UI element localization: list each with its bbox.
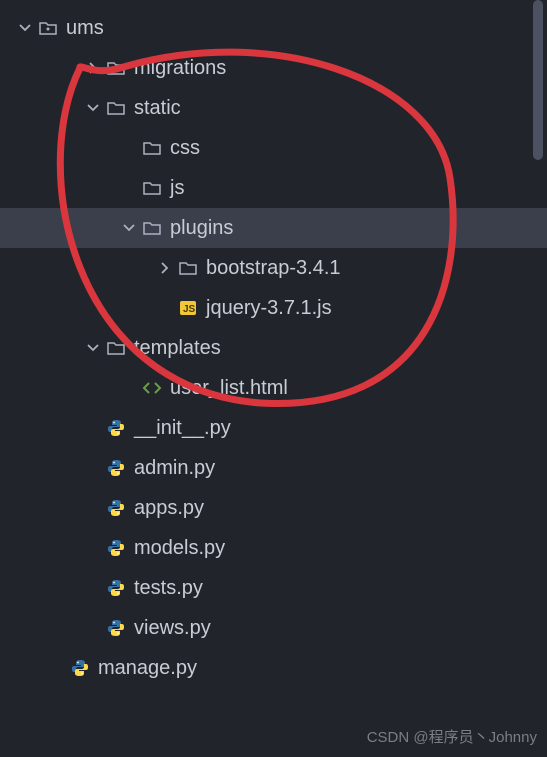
chevron-down-icon [82,102,104,114]
tree-item-label: static [134,97,181,120]
folder-icon [140,138,164,158]
folder-icon [36,18,60,38]
scrollbar[interactable] [533,0,543,160]
tree-item-label: bootstrap-3.4.1 [206,257,341,280]
python-icon [104,538,128,558]
tree-item-label: user_list.html [170,377,288,400]
chevron-down-icon [14,22,36,34]
tree-item[interactable]: views.py [0,608,547,648]
tree-item-label: tests.py [134,577,203,600]
python-icon [104,418,128,438]
folder-icon [140,218,164,238]
python-icon [104,578,128,598]
folder-icon [176,258,200,278]
file-tree: ums migrations static css js plugins bootstra… [0,0,547,688]
tree-item[interactable]: manage.py [0,648,547,688]
tree-item[interactable]: migrations [0,48,547,88]
folder-icon [104,338,128,358]
tree-item[interactable]: tests.py [0,568,547,608]
tree-item[interactable]: bootstrap-3.4.1 [0,248,547,288]
tree-item[interactable]: user_list.html [0,368,547,408]
tree-item-label: apps.py [134,497,204,520]
tree-item-label: js [170,177,184,200]
tree-item[interactable]: static [0,88,547,128]
folder-icon [140,178,164,198]
chevron-right-icon [82,62,104,74]
python-icon [104,618,128,638]
chevron-down-icon [118,222,140,234]
tree-item[interactable]: models.py [0,528,547,568]
python-icon [104,458,128,478]
tree-item[interactable]: jquery-3.7.1.js [0,288,547,328]
chevron-right-icon [154,262,176,274]
tree-item[interactable]: templates [0,328,547,368]
tree-item-label: models.py [134,537,225,560]
tree-item-label: __init__.py [134,417,231,440]
js-file-icon [176,298,200,318]
tree-item[interactable]: js [0,168,547,208]
python-icon [68,658,92,678]
watermark: CSDN @程序员丶Johnny [367,726,537,747]
tree-item-label: views.py [134,617,211,640]
tree-item-label: css [170,137,200,160]
tree-item[interactable]: apps.py [0,488,547,528]
tree-item[interactable]: admin.py [0,448,547,488]
tree-item-label: admin.py [134,457,215,480]
chevron-down-icon [82,342,104,354]
tree-item-label: templates [134,337,221,360]
folder-icon [104,98,128,118]
tree-item-label: migrations [134,57,226,80]
tree-item[interactable]: css [0,128,547,168]
tree-item-label: manage.py [98,657,197,680]
tree-item-root[interactable]: ums [0,8,547,48]
html-file-icon [140,378,164,398]
tree-item[interactable]: __init__.py [0,408,547,448]
python-icon [104,498,128,518]
tree-item-label: jquery-3.7.1.js [206,297,332,320]
tree-item[interactable]: plugins [0,208,547,248]
tree-item-label: plugins [170,217,233,240]
folder-icon [104,58,128,78]
tree-item-label: ums [66,17,104,40]
